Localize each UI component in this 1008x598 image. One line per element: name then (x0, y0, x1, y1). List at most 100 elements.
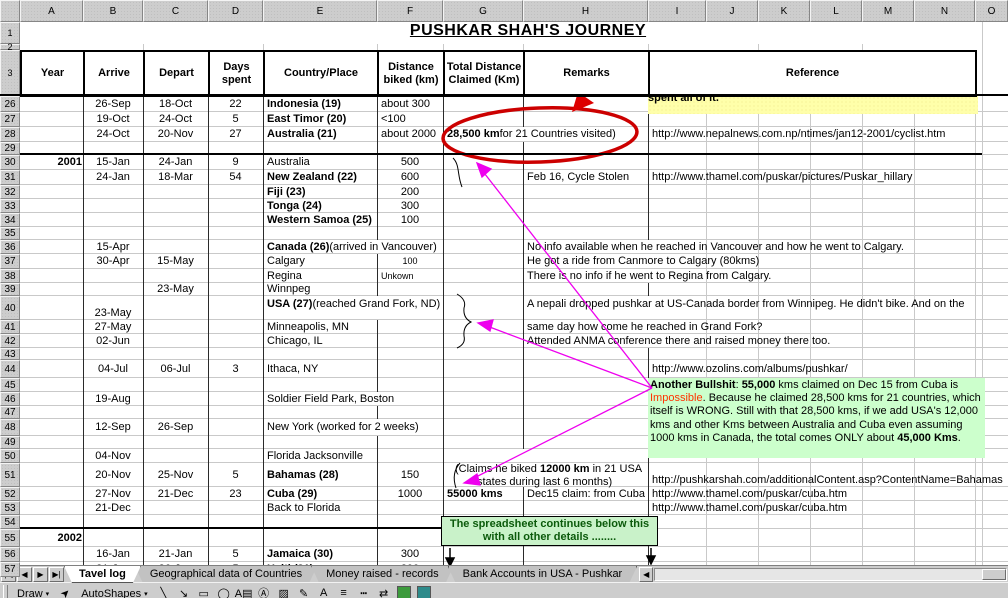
cell-H31[interactable]: Feb 16, Cycle Stolen (524, 170, 650, 184)
cell-I53[interactable]: http://www.thamel.com/puskar/cuba.htm (649, 501, 1008, 514)
cell-I28[interactable]: http://www.nepalnews.com.np/ntimes/jan12… (649, 127, 1008, 141)
font-color-icon[interactable]: A (315, 584, 333, 598)
sheet-tab-2[interactable]: Money raised - records (311, 566, 454, 583)
cell-F52[interactable]: 1000 (378, 487, 442, 500)
cell-B40[interactable]: 23-May (84, 296, 142, 320)
cell-F26[interactable]: about 300 (378, 96, 445, 111)
cell-F56[interactable]: 300 (378, 547, 442, 561)
cell-B41[interactable]: 27-May (84, 320, 142, 333)
row-header-26[interactable]: 26 (0, 96, 20, 112)
sheet-tab-0[interactable]: Tavel log (64, 566, 141, 583)
cell-C27[interactable]: 24-Oct (144, 112, 207, 126)
cell-B26[interactable]: 26-Sep (84, 96, 142, 111)
row-header-52[interactable]: 52 (0, 487, 20, 501)
row-header-44[interactable]: 44 (0, 360, 20, 378)
col-header-C[interactable]: C (143, 0, 208, 22)
cell-A55[interactable]: 2002 (21, 529, 87, 546)
cell-E50[interactable]: Florida Jacksonville (264, 449, 379, 462)
cell-C30[interactable]: 24-Jan (144, 155, 207, 169)
arrow-icon[interactable]: ↘ (175, 584, 193, 598)
col-header-E[interactable]: E (263, 0, 377, 22)
cell-A30[interactable]: 2001 (21, 155, 87, 169)
cell-B56[interactable]: 16-Jan (84, 547, 142, 561)
arrow-style-icon[interactable]: ⇄ (375, 584, 393, 598)
row-header-49[interactable]: 49 (0, 436, 20, 449)
row-header-34[interactable]: 34 (0, 213, 20, 227)
line-color-icon[interactable]: ✎ (295, 584, 313, 598)
cell-C44[interactable]: 06-Jul (144, 360, 207, 377)
cell-E26[interactable]: Indonesia (19) (264, 96, 379, 111)
row-header-54[interactable]: 54 (0, 515, 20, 529)
oval-icon[interactable]: ◯ (215, 584, 233, 598)
cell-F51[interactable]: 150 (378, 463, 442, 486)
col-header-N[interactable]: N (914, 0, 975, 22)
rectangle-icon[interactable]: ▭ (195, 584, 213, 598)
col-header-I[interactable]: I (648, 0, 706, 22)
row-header-47[interactable]: 47 (0, 406, 20, 419)
cell-F32[interactable]: 200 (378, 185, 442, 198)
cell-C31[interactable]: 18-Mar (144, 170, 207, 184)
cell-B44[interactable]: 04-Jul (84, 360, 142, 377)
dash-style-icon[interactable]: ┅ (355, 584, 373, 598)
cell-I52[interactable]: http://www.thamel.com/puskar/cuba.htm (649, 487, 1008, 500)
threed-icon[interactable] (415, 584, 433, 598)
cell-E46[interactable]: Soldier Field Park, Boston (264, 392, 379, 405)
cell-E52[interactable]: Cuba (29) (264, 487, 379, 500)
cell-C39[interactable]: 23-May (144, 283, 207, 295)
row-header-39[interactable]: 39 (0, 283, 20, 296)
tab-nav-button-3[interactable]: ▶| (49, 567, 64, 582)
col-header-H[interactable]: H (523, 0, 648, 22)
cell-E40[interactable]: USA (27) (reached Grand Fork, ND) (264, 296, 379, 321)
col-header-A[interactable]: A (20, 0, 83, 22)
autoshapes-menu-button[interactable]: AutoShapes▾ (75, 583, 153, 598)
textbox-icon[interactable]: A▤ (235, 584, 253, 598)
cell-E48[interactable]: New York (worked for 2 weeks) (264, 419, 379, 435)
cell-C51[interactable]: 25-Nov (144, 463, 207, 486)
cell-C56[interactable]: 21-Jan (144, 547, 207, 561)
row-header-40[interactable]: 40 (0, 296, 20, 320)
cell-F31[interactable]: 600 (378, 170, 442, 184)
cell-E32[interactable]: Fiji (23) (264, 185, 379, 198)
cell-F38[interactable]: Unkown (378, 269, 445, 282)
col-header-L[interactable]: L (810, 0, 862, 22)
col-header-B[interactable]: B (83, 0, 143, 22)
cell-E39[interactable]: Winnpeg (264, 283, 379, 295)
row-header-29[interactable]: 29 (0, 142, 20, 155)
cell-H41[interactable]: same day how come he reached in Grand Fo… (524, 320, 650, 333)
cell-B30[interactable]: 15-Jan (84, 155, 142, 169)
cell-I51[interactable]: http://pushkarshah.com/additionalContent… (649, 463, 1008, 487)
col-header-F[interactable]: F (377, 0, 443, 22)
tab-nav-button-2[interactable]: ▶ (33, 567, 48, 582)
row-header-31[interactable]: 31 (0, 170, 20, 185)
row-header-43[interactable]: 43 (0, 348, 20, 360)
row-header-57[interactable]: 57 (0, 562, 20, 577)
row-header-33[interactable]: 33 (0, 199, 20, 213)
row-header-36[interactable]: 36 (0, 240, 20, 254)
cell-B28[interactable]: 24-Oct (84, 127, 142, 141)
col-header-D[interactable]: D (208, 0, 263, 22)
tab-scroll-left-button[interactable]: ◀ (639, 567, 653, 582)
cell-D28[interactable]: 27 (209, 127, 262, 141)
cell-B42[interactable]: 02-Jun (84, 334, 142, 347)
cell-B53[interactable]: 21-Dec (84, 501, 142, 514)
row-header-46[interactable]: 46 (0, 392, 20, 406)
shadow-icon[interactable] (395, 584, 413, 598)
cell-E31[interactable]: New Zealand (22) (264, 170, 379, 184)
cell-C52[interactable]: 21-Dec (144, 487, 207, 500)
cell-B50[interactable]: 04-Nov (84, 449, 142, 462)
cell-D30[interactable]: 9 (209, 155, 262, 169)
cell-E27[interactable]: East Timor (20) (264, 112, 379, 126)
cell-G28[interactable]: 28,500 km for 21 Countries visited) (444, 127, 525, 141)
draw-menu-button[interactable]: Draw▾ (11, 583, 55, 598)
cell-E51[interactable]: Bahamas (28) (264, 463, 379, 486)
cell-B52[interactable]: 27-Nov (84, 487, 142, 500)
fill-color-icon[interactable]: ▨ (275, 584, 293, 598)
cell-E37[interactable]: Calgary (264, 254, 379, 268)
line-style-icon[interactable]: ≡ (335, 584, 353, 598)
row-header-50[interactable]: 50 (0, 449, 20, 463)
sheet-tab-3[interactable]: Bank Accounts in USA - Pushkar (448, 566, 638, 583)
cell-C37[interactable]: 15-May (144, 254, 207, 268)
cell-H42[interactable]: Attended ANMA conference there and raise… (524, 334, 650, 347)
cell-D56[interactable]: 5 (209, 547, 262, 561)
row-header-51[interactable]: 51 (0, 463, 20, 487)
